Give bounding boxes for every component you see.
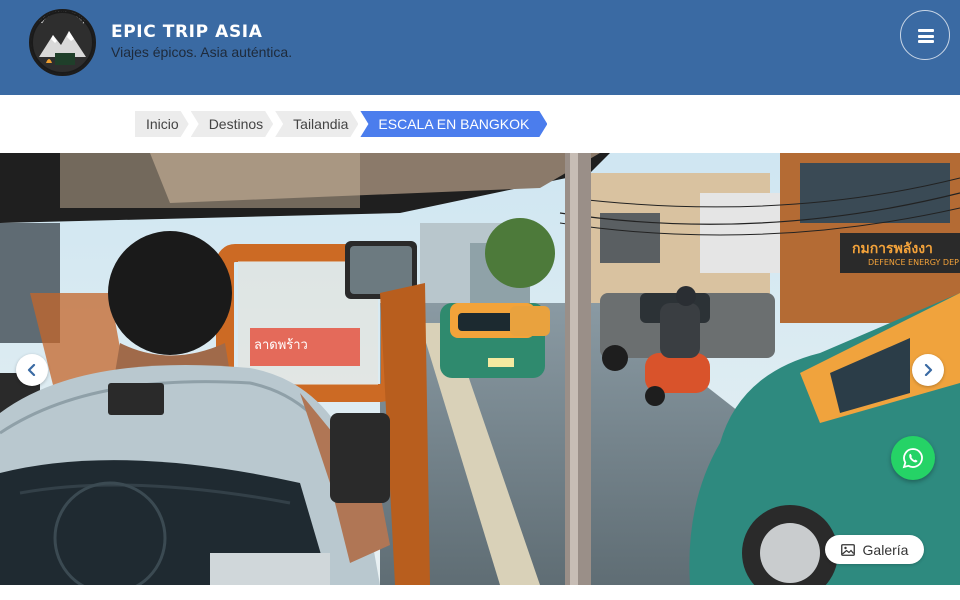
breadcrumb: Inicio Destinos Tailandia ESCALA EN BANG…	[135, 111, 549, 137]
chevron-right-icon	[924, 364, 933, 376]
carousel-next-button[interactable]	[912, 354, 944, 386]
site-tagline: Viajes épicos. Asia auténtica.	[111, 44, 293, 60]
whatsapp-button[interactable]	[891, 436, 935, 480]
hero-image: กมการพลังงา DEFENCE ENERGY DEP ลาดพร้าว …	[0, 153, 960, 585]
site-logo[interactable]: EPICTRIP ASIA	[29, 9, 96, 76]
svg-text:ลาดพร้าว: ลาดพร้าว	[254, 338, 308, 353]
site-header: EPICTRIP ASIA EPIC TRIP ASIA Viajes épic…	[0, 0, 960, 95]
hamburger-menu-icon	[918, 29, 934, 43]
hero-photo: กมการพลังงา DEFENCE ENERGY DEP ลาดพร้าว	[0, 153, 960, 585]
breadcrumb-item-current: ESCALA EN BANGKOK	[360, 111, 547, 137]
menu-button[interactable]	[900, 10, 950, 60]
gallery-label: Galería	[862, 541, 909, 558]
carousel-prev-button[interactable]	[16, 354, 48, 386]
svg-text:DEFENCE ENERGY DEP: DEFENCE ENERGY DEP	[868, 258, 959, 267]
svg-text:กมการพลังงา: กมการพลังงา	[852, 241, 933, 257]
breadcrumb-item-destinos[interactable]: Destinos	[191, 111, 273, 137]
whatsapp-icon	[902, 448, 923, 469]
breadcrumb-item-tailandia[interactable]: Tailandia	[275, 111, 358, 137]
site-title[interactable]: EPIC TRIP ASIA	[111, 22, 262, 42]
image-icon	[840, 543, 855, 556]
gallery-button[interactable]: Galería	[825, 535, 924, 564]
chevron-left-icon	[27, 364, 36, 376]
breadcrumb-item-inicio[interactable]: Inicio	[135, 111, 189, 137]
